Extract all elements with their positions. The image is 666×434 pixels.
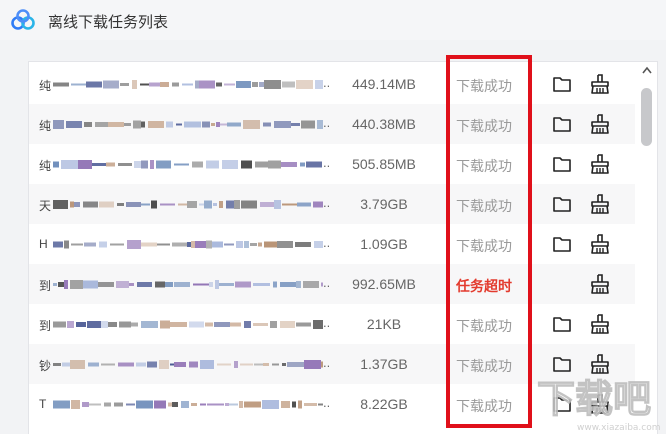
task-status: 任务超时 [456, 278, 512, 294]
clear-task-icon[interactable] [589, 113, 611, 135]
window-title: 离线下载任务列表 [48, 14, 169, 31]
obscured-file-name [53, 360, 323, 369]
task-row[interactable]: 到... 21KB 下载成功 [29, 304, 635, 344]
task-list-panel: 纯...449.14MB下载成功纯...440.38MB下载成功纯...505.… [28, 61, 658, 434]
obscured-file-name [53, 400, 323, 409]
file-name: 纯... [39, 154, 329, 174]
task-row[interactable]: H... 1.09GB 下载成功 [29, 224, 635, 264]
open-folder-icon[interactable] [552, 194, 572, 214]
file-name-prefix: T [39, 397, 47, 411]
file-name-prefix: H [39, 237, 48, 251]
obscured-file-name [53, 80, 323, 89]
open-folder-icon[interactable] [552, 114, 572, 134]
file-size: 449.14MB [352, 76, 416, 92]
scroll-thumb[interactable] [641, 88, 652, 146]
cloud-logo-icon [11, 9, 35, 30]
file-name-prefix: 钞 [39, 359, 52, 373]
task-status: 下载成功 [456, 318, 512, 334]
file-size: 440.38MB [352, 116, 416, 132]
obscured-file-name [53, 240, 323, 249]
file-name: 到... [39, 314, 329, 334]
open-folder-icon[interactable] [552, 154, 572, 174]
task-status: 下载成功 [456, 198, 512, 214]
clear-task-icon[interactable] [589, 193, 611, 215]
file-name-prefix: 纯 [39, 79, 52, 93]
open-folder-icon[interactable] [552, 354, 572, 374]
open-folder-icon[interactable] [552, 74, 572, 94]
task-status: 下载成功 [456, 398, 512, 414]
open-folder-icon[interactable] [552, 314, 572, 334]
open-folder-icon[interactable] [552, 394, 572, 414]
title-bar: 离线下载任务列表 [0, 0, 666, 40]
obscured-file-name [53, 160, 322, 169]
task-status: 下载成功 [456, 238, 512, 254]
task-status: 下载成功 [456, 158, 512, 174]
clear-task-icon[interactable] [589, 393, 611, 415]
file-name-prefix: 到 [39, 319, 52, 333]
file-name: 天... [39, 194, 329, 214]
file-size: 3.79GB [360, 196, 408, 212]
task-row[interactable]: 钞... 1.37GB 下载成功 [29, 344, 635, 384]
file-name: 钞... [39, 354, 329, 374]
task-row[interactable]: 天... 3.79GB 下载成功 [29, 184, 635, 224]
task-row[interactable]: 纯... 440.38MB 下载成功 [29, 104, 635, 144]
file-name-prefix: 到 [39, 279, 52, 293]
file-name-prefix: 天 [39, 199, 52, 213]
task-status: 下载成功 [456, 118, 512, 134]
file-size: 21KB [366, 316, 402, 332]
file-size: 1.09GB [360, 236, 408, 252]
clear-task-icon[interactable] [589, 153, 611, 175]
obscured-file-name [53, 280, 323, 289]
file-name-prefix: 纯 [39, 119, 52, 133]
file-size: 1.37GB [360, 356, 408, 372]
file-size: 992.65MB [352, 276, 416, 292]
file-name: 到... [39, 274, 329, 294]
clear-task-icon[interactable] [589, 273, 611, 295]
obscured-file-name [53, 120, 323, 129]
clear-task-icon[interactable] [589, 313, 611, 335]
obscured-file-name [53, 200, 323, 209]
task-row[interactable]: T... 8.22GB 下载成功 [29, 384, 635, 424]
file-name: 纯... [39, 74, 329, 94]
file-name: T... [39, 394, 329, 414]
clear-task-icon[interactable] [589, 353, 611, 375]
file-name: 纯... [39, 114, 329, 134]
file-name: H... [39, 234, 329, 254]
task-status: 下载成功 [456, 358, 512, 374]
file-name-prefix: 纯 [39, 159, 52, 173]
task-status: 下载成功 [456, 78, 512, 94]
scroll-up-icon[interactable] [642, 66, 652, 74]
task-row[interactable]: 纯... 505.85MB 下载成功 [29, 144, 635, 184]
file-size: 8.22GB [360, 396, 408, 412]
file-size: 505.85MB [352, 156, 416, 172]
clear-task-icon[interactable] [589, 233, 611, 255]
obscured-file-name [53, 320, 323, 329]
task-row[interactable]: 纯... 449.14MB 下载成功 [29, 64, 635, 104]
clear-task-icon[interactable] [589, 73, 611, 95]
open-folder-icon[interactable] [552, 234, 572, 254]
task-row[interactable]: 到... 992.65MB 任务超时 [29, 264, 635, 304]
scrollbar[interactable] [637, 62, 657, 434]
